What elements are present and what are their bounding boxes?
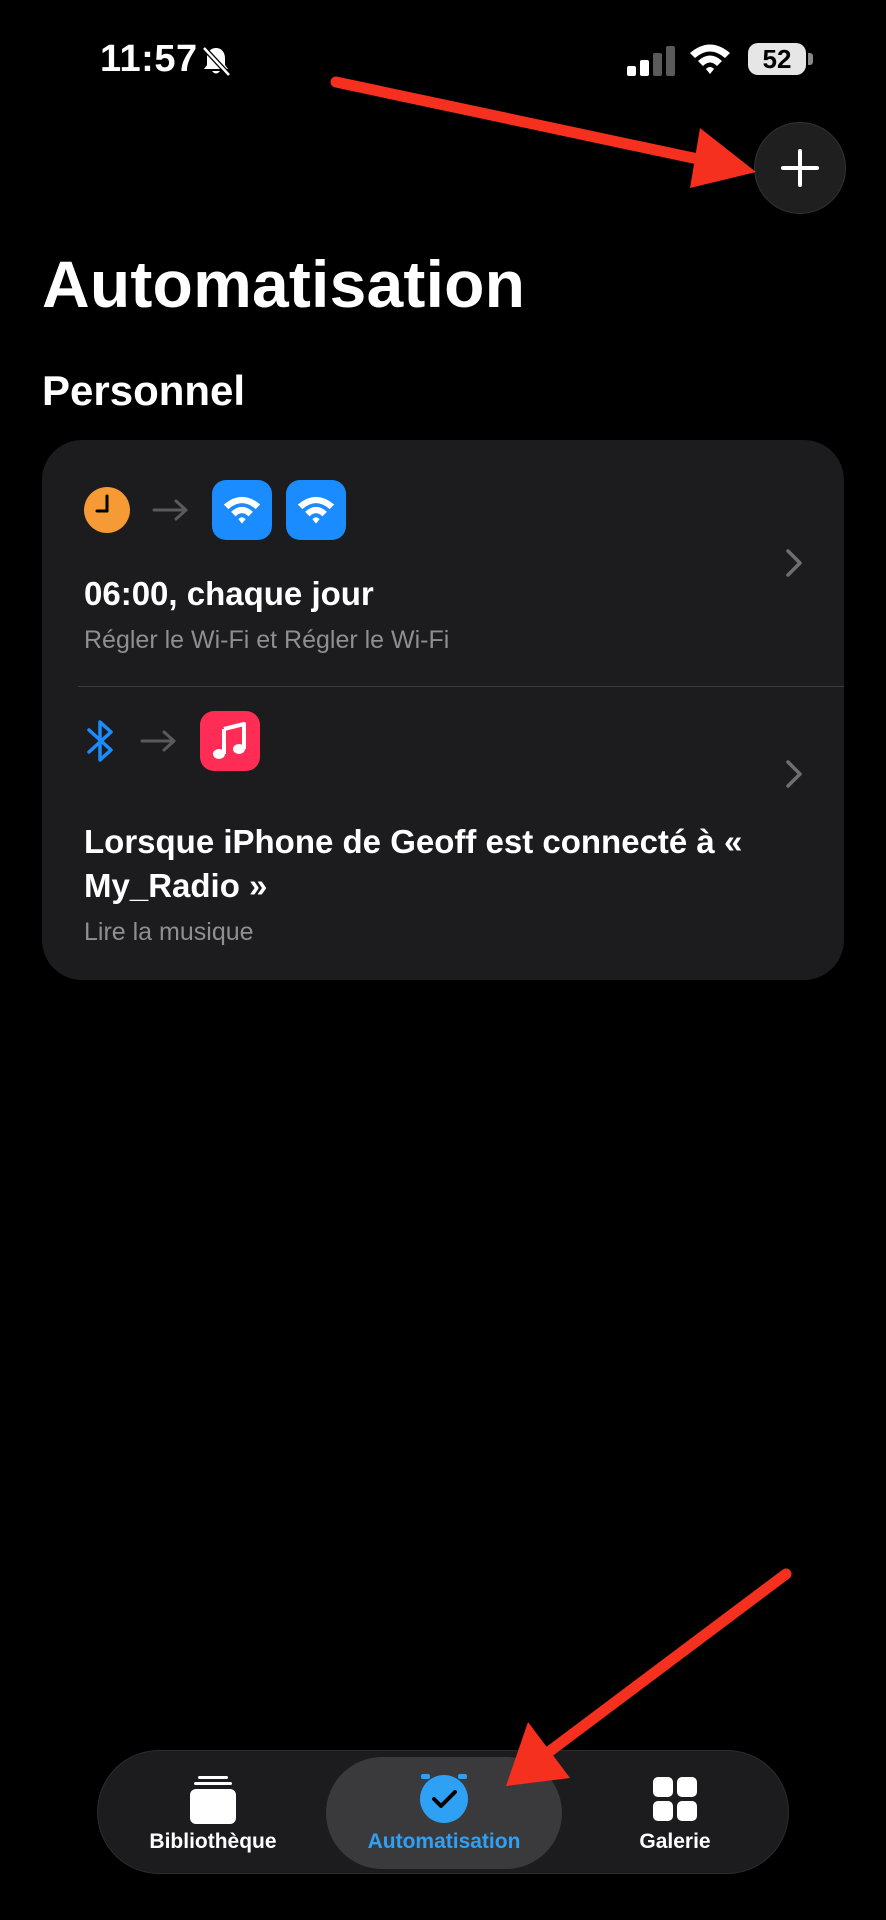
battery-tip — [808, 53, 813, 65]
automation-subtitle: Régler le Wi-Fi et Régler le Wi-Fi — [84, 626, 450, 654]
chevron-right-icon — [786, 549, 802, 577]
page-title: Automatisation — [42, 247, 526, 321]
automation-icons — [84, 691, 260, 791]
automation-icons — [84, 480, 346, 540]
tab-library[interactable]: Bibliothèque — [98, 1757, 328, 1869]
wifi-status-icon — [690, 44, 730, 74]
library-icon — [190, 1776, 236, 1824]
automation-subtitle: Lire la musique — [84, 918, 254, 946]
chevron-right-icon — [786, 760, 802, 788]
automations-list: 06:00, chaque jour Régler le Wi-Fi et Ré… — [42, 440, 844, 980]
tab-bar: Bibliothèque Automatisation Galerie — [97, 1750, 789, 1874]
arrow-right-icon — [140, 730, 176, 752]
gallery-icon — [653, 1777, 697, 1821]
automation-icon — [420, 1774, 468, 1823]
automation-screen: 11:57 52 Automatisation Personnel 06:00,… — [0, 0, 886, 1920]
music-icon — [213, 722, 246, 759]
wifi-action-tile — [212, 480, 272, 540]
status-bar: 11:57 52 — [0, 0, 886, 120]
automation-row-bluetooth[interactable]: Lorsque iPhone de Geoff est connecté à «… — [42, 687, 844, 980]
automation-row-daily[interactable]: 06:00, chaque jour Régler le Wi-Fi et Ré… — [42, 440, 844, 686]
wifi-action-tile — [286, 480, 346, 540]
wifi-icon — [297, 496, 335, 524]
tab-label: Bibliothèque — [149, 1830, 277, 1853]
music-action-tile — [200, 711, 260, 771]
bell-slash-icon — [202, 46, 231, 77]
wifi-icon — [223, 496, 261, 524]
section-title: Personnel — [42, 367, 246, 414]
arrow-right-icon — [152, 499, 188, 521]
tab-automation[interactable]: Automatisation — [326, 1757, 562, 1869]
tab-label: Galerie — [639, 1830, 711, 1853]
tab-label: Automatisation — [367, 1830, 521, 1853]
tab-gallery[interactable]: Galerie — [560, 1757, 790, 1869]
add-automation-button[interactable] — [754, 122, 846, 214]
clock-icon — [84, 487, 130, 533]
status-time: 11:57 — [100, 38, 198, 80]
automation-title: 06:00, chaque jour — [84, 575, 374, 612]
plus-icon — [781, 149, 819, 187]
bluetooth-icon — [87, 720, 113, 762]
automation-title: Lorsque iPhone de Geoff est connecté à «… — [84, 823, 743, 904]
battery-indicator: 52 — [748, 43, 806, 75]
cellular-signal-icon — [627, 46, 675, 76]
